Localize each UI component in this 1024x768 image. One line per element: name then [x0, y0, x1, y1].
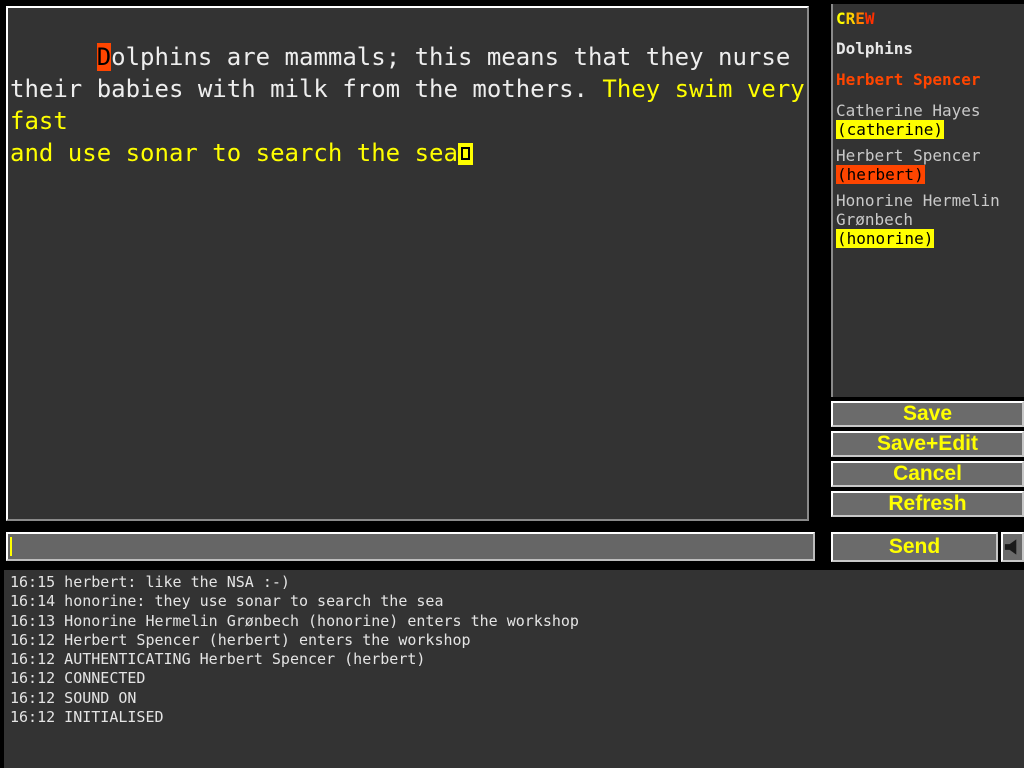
crew-sidebar: CREW Dolphins Herbert Spencer Catherine … — [831, 4, 1024, 397]
crew-member-name: Honorine Hermelin Grønbech — [836, 191, 1000, 229]
refresh-button[interactable]: Refresh — [831, 491, 1024, 517]
crew-title-letter-r: R — [845, 9, 856, 28]
sound-toggle-button[interactable] — [1001, 532, 1024, 562]
log-line: 16:14 honorine: they use sonar to search… — [10, 592, 444, 611]
log-line: 16:13 Honorine Hermelin Grønbech (honori… — [10, 611, 579, 630]
chat-workshop-app: Dolphins are mammals; this means that th… — [0, 0, 1024, 768]
editor-textarea[interactable]: Dolphins are mammals; this means that th… — [8, 8, 807, 201]
crew-member-handle: (catherine) — [836, 120, 944, 139]
cancel-button[interactable]: Cancel — [831, 461, 1024, 487]
crew-member-name: Catherine Hayes — [836, 101, 981, 120]
crew-member-handle: (herbert) — [836, 165, 925, 184]
send-button[interactable]: Send — [831, 532, 998, 562]
save-and-edit-button[interactable]: Save+Edit — [831, 431, 1024, 457]
crew-panel-title: CREW — [836, 9, 1022, 28]
crew-title-letter-e: E — [855, 9, 865, 28]
editor-panel[interactable]: Dolphins are mammals; this means that th… — [6, 6, 809, 521]
editor-text-yellow-line2: and use sonar to search the sea — [10, 139, 458, 167]
log-line: 16:12 Herbert Spencer (herbert) enters t… — [10, 630, 471, 649]
log-line: 16:15 herbert: like the NSA :-) — [10, 573, 290, 591]
crew-member-name: Herbert Spencer — [836, 146, 981, 165]
log-line: 16:12 AUTHENTICATING Herbert Spencer (he… — [10, 650, 426, 669]
crew-room-name: Dolphins — [836, 39, 914, 58]
crew-member-handle: (honorine) — [836, 229, 935, 248]
crew-member-honorine[interactable]: Honorine Hermelin Grønbech (honorine) — [836, 191, 1022, 248]
event-log-panel[interactable]: 16:15 herbert: like the NSA :-) 16:14 ho… — [4, 570, 1024, 768]
editor-char-cursor: D — [96, 43, 112, 71]
crew-title-letter-w: W — [864, 9, 875, 28]
log-line: 16:12 SOUND ON — [10, 688, 137, 707]
message-input[interactable] — [6, 532, 815, 561]
crew-member-catherine[interactable]: Catherine Hayes (catherine) — [836, 101, 1022, 139]
log-line: 16:12 CONNECTED — [10, 669, 146, 688]
text-caret — [10, 537, 12, 556]
save-button[interactable]: Save — [831, 401, 1024, 427]
crew-member-herbert[interactable]: Herbert Spencer (herbert) — [836, 146, 1022, 184]
speaker-icon — [1004, 539, 1017, 555]
crew-title-letter-c: C — [836, 9, 846, 28]
crew-self-user: Herbert Spencer — [836, 70, 981, 89]
log-line: 16:12 INITIALISED — [10, 708, 164, 727]
editor-block-cursor — [457, 143, 473, 165]
